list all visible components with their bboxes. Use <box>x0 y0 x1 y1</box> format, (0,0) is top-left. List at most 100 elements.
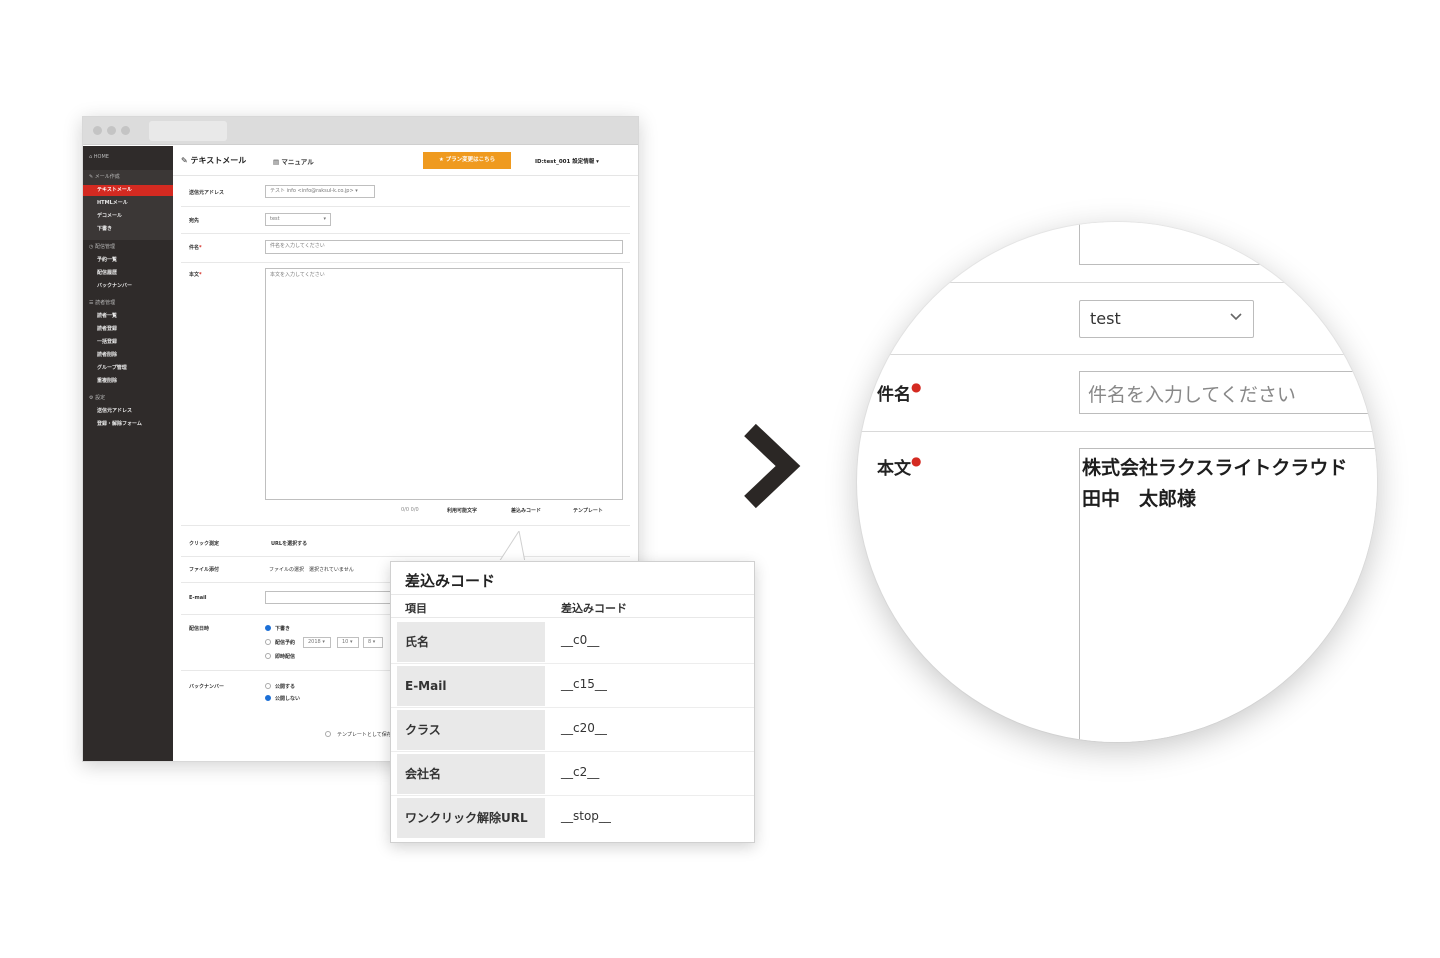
sidebar-item-groups[interactable]: グループ管理 <box>83 363 173 374</box>
subject-placeholder: 件名を入力してください <box>1088 384 1296 406</box>
sidebar-item-deco-mail[interactable]: デコメール <box>83 211 173 222</box>
usable-chars-link[interactable]: 利用可能文字 <box>447 507 477 514</box>
backnumber-label: バックナンバー <box>189 684 225 690</box>
click-label: クリック測定 <box>189 541 220 547</box>
subject-input[interactable]: 件名を入力してください <box>265 240 623 254</box>
template-link[interactable]: テンプレート <box>573 507 603 514</box>
schedule-now-radio[interactable] <box>265 653 271 659</box>
schedule-year-select[interactable]: 2018 ▾ <box>303 637 331 648</box>
divider <box>181 525 630 526</box>
window-minimize-dot[interactable] <box>107 126 116 135</box>
sidebar-home[interactable]: ⌂ HOME <box>83 152 173 163</box>
table-row[interactable]: クラス __c20__ <box>391 708 754 752</box>
popup-table-header: 項目 差込みコード <box>391 594 754 618</box>
row-item: クラス <box>397 710 545 750</box>
sidebar-item-text-mail[interactable]: テキストメール <box>83 185 173 196</box>
sidebar-item-bulk-add[interactable]: 一括登録 <box>83 337 173 348</box>
sidebar: ⌂ HOME ✎ メール作成 テキストメール HTMLメール デコメール 下書き… <box>83 146 173 761</box>
account-menu[interactable]: ID:test_001 設定情報 ▾ <box>535 157 599 165</box>
row-code[interactable]: __c15__ <box>561 677 607 691</box>
template-save-label: テンプレートとして保存 <box>337 732 392 738</box>
magnified-body-label: 本文● <box>877 454 922 479</box>
row-item: ワンクリック解除URL <box>397 798 545 838</box>
divider <box>181 262 630 263</box>
popup-title: 差込みコード <box>405 572 496 590</box>
sidebar-item-reader-delete[interactable]: 読者削除 <box>83 350 173 361</box>
schedule-month-select[interactable]: 10 ▾ <box>337 637 359 648</box>
schedule-day-select[interactable]: 8 ▾ <box>363 637 383 648</box>
chevron-down-icon: ▾ <box>320 639 325 645</box>
sidebar-item-history[interactable]: 配信履歴 <box>83 268 173 279</box>
body-textarea[interactable]: 本文を入力してください <box>265 268 623 500</box>
file-input[interactable]: ファイルの選択 選択されていません <box>269 566 354 573</box>
insert-code-link[interactable]: 差込みコード <box>511 507 541 514</box>
magnified-class-select[interactable]: test <box>1079 300 1254 338</box>
row-code[interactable]: __c2__ <box>561 765 599 779</box>
divider <box>877 354 1377 355</box>
backnumber-no-radio[interactable] <box>265 695 271 701</box>
row-code[interactable]: __stop__ <box>561 809 611 823</box>
sidebar-item-form[interactable]: 登録・解除フォーム <box>83 419 173 430</box>
chevron-down-icon: ▾ <box>371 639 376 645</box>
page-title: ✎ テキストメール <box>181 156 247 165</box>
click-url-button[interactable]: URLを選択する <box>271 540 307 547</box>
sidebar-group-delivery[interactable]: ◷ 配信管理 <box>83 242 173 253</box>
table-row[interactable]: 会社名 __c2__ <box>391 752 754 796</box>
sidebar-item-dedupe[interactable]: 重複削除 <box>83 376 173 387</box>
upgrade-button[interactable]: ★ プラン変更はこちら <box>423 152 511 169</box>
row-code[interactable]: __c0__ <box>561 633 599 647</box>
email-input[interactable] <box>265 591 395 604</box>
file-label: ファイル添付 <box>189 567 220 573</box>
sender-label: 送信元アドレス <box>189 190 225 196</box>
sidebar-item-reader-add[interactable]: 読者登録 <box>83 324 173 335</box>
divider <box>181 556 630 557</box>
row-item: E-Mail <box>397 666 545 706</box>
schedule-draft-radio[interactable] <box>265 625 271 631</box>
sidebar-group-readers[interactable]: ☰ 読者管理 <box>83 298 173 309</box>
schedule-now-label: 即時配信 <box>275 654 296 660</box>
window-close-dot[interactable] <box>93 126 102 135</box>
schedule-reserve-label: 配信予約 <box>275 640 296 646</box>
pencil-icon: ✎ <box>181 156 191 165</box>
row-item: 会社名 <box>397 754 545 794</box>
sidebar-item-sender[interactable]: 送信元アドレス <box>83 406 173 417</box>
divider <box>181 233 630 234</box>
schedule-label: 配信日時 <box>189 626 210 632</box>
template-save-checkbox[interactable] <box>325 731 331 737</box>
table-row[interactable]: ワンクリック解除URL __stop__ <box>391 796 754 840</box>
backnumber-no-label: 公開しない <box>275 696 301 702</box>
sidebar-group-mail[interactable]: ✎ メール作成 <box>83 172 173 183</box>
body-char-count: 0/0 0/0 <box>401 507 419 513</box>
class-select[interactable]: test ▾ <box>265 213 331 226</box>
sidebar-group-settings[interactable]: ⚙ 設定 <box>83 393 173 404</box>
table-row[interactable]: E-Mail __c15__ <box>391 664 754 708</box>
row-code[interactable]: __c20__ <box>561 721 607 735</box>
schedule-reserve-radio[interactable] <box>265 639 271 645</box>
subject-label: 件名* <box>189 245 202 251</box>
popup-pointer <box>498 531 525 562</box>
sidebar-item-reader-list[interactable]: 読者一覧 <box>83 311 173 322</box>
browser-tab[interactable] <box>149 121 227 141</box>
chevron-right-icon <box>744 423 801 509</box>
magnified-body-textarea[interactable]: 株式会社ラクスライトクラウド 田中 太郎様 <box>1079 448 1377 742</box>
sidebar-item-draft[interactable]: 下書き <box>83 224 173 235</box>
divider <box>947 282 1377 283</box>
chevron-down-icon: ▾ <box>355 188 358 194</box>
window-zoom-dot[interactable] <box>121 126 130 135</box>
body-label: 本文* <box>189 272 202 278</box>
class-select-value: test <box>1090 309 1121 328</box>
magnified-top-input[interactable] <box>1079 222 1377 265</box>
table-row[interactable]: 氏名 __c0__ <box>391 620 754 664</box>
divider <box>857 431 1377 432</box>
magnified-subject-label: 件名● <box>877 380 922 405</box>
sidebar-item-html-mail[interactable]: HTMLメール <box>83 198 173 209</box>
app-topbar: ✎ テキストメール ▤ マニュアル ★ プラン変更はこちら ID:test_00… <box>173 146 638 176</box>
sender-select[interactable]: テスト info <info@raksul-k.co.jp> ▾ <box>265 185 375 198</box>
magnified-subject-input[interactable]: 件名を入力してください <box>1079 371 1377 414</box>
sidebar-item-reserve-list[interactable]: 予約一覧 <box>83 255 173 266</box>
sidebar-item-backnumber[interactable]: バックナンバー <box>83 281 173 292</box>
manual-link[interactable]: ▤ マニュアル <box>273 156 314 166</box>
backnumber-yes-radio[interactable] <box>265 683 271 689</box>
col-code-header: 差込みコード <box>561 602 627 615</box>
col-item-header: 項目 <box>405 602 427 615</box>
